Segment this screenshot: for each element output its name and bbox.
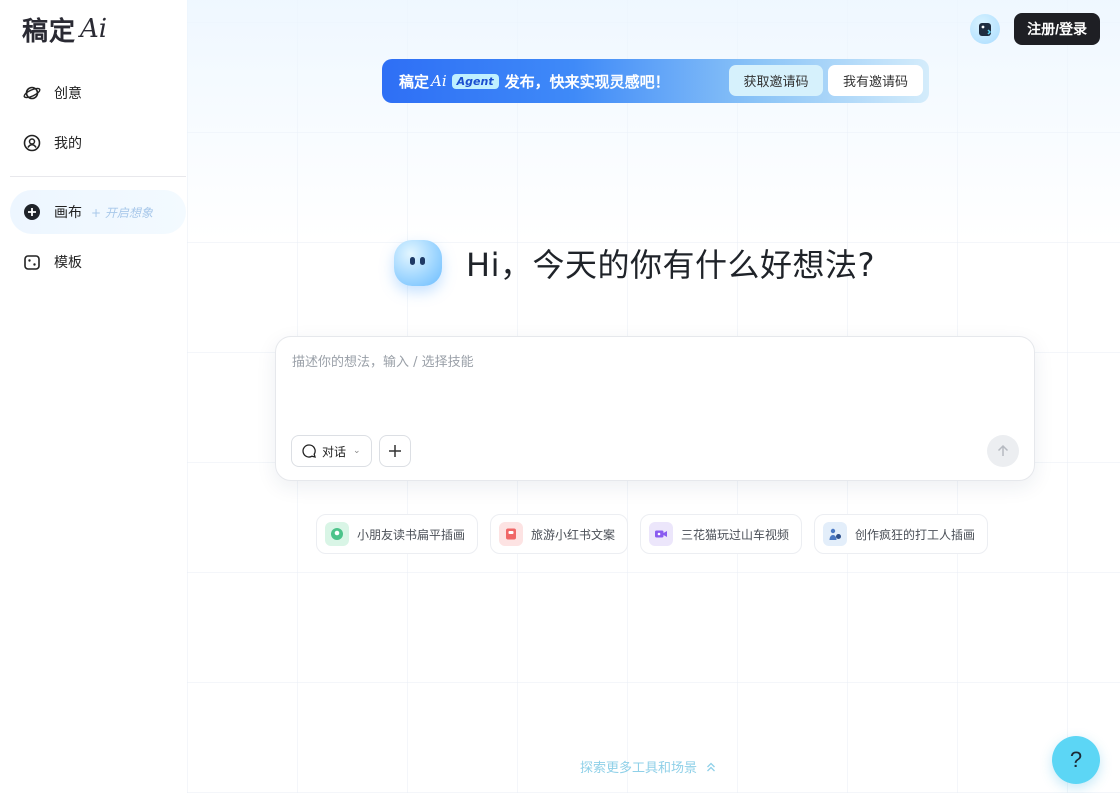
- suggestion-chip[interactable]: 创作疯狂的打工人插画: [814, 514, 989, 554]
- main-area: 注册/登录 稿定 Ai Agent 发布，快来实现灵感吧！ 获取邀请码 我有邀请…: [187, 0, 1120, 793]
- suggestion-chip[interactable]: 三花猫玩过山车视频: [640, 514, 803, 554]
- sidebar-item-hint: + 开启想象: [91, 205, 153, 220]
- banner-brand-ai: Ai: [431, 72, 447, 90]
- chat-bubble-icon: [302, 444, 316, 458]
- suggestion-label: 小朋友读书扁平插画: [357, 527, 466, 542]
- prompt-input[interactable]: [292, 351, 1012, 421]
- logo[interactable]: 稿定 Ai: [22, 12, 108, 47]
- gift-card-icon: [979, 23, 992, 36]
- sidebar-item-templates[interactable]: 模板: [10, 240, 186, 284]
- suggestion-label: 三花猫玩过山车视频: [681, 527, 790, 542]
- suggestion-chip[interactable]: 小朋友读书扁平插画: [316, 514, 479, 554]
- sidebar-item-label: 模板: [54, 255, 82, 271]
- planet-icon: [23, 84, 41, 102]
- mode-select-label: 对话: [322, 444, 347, 459]
- logo-text: 稿定: [22, 16, 77, 47]
- greeting: Hi，今天的你有什么好想法?: [394, 240, 875, 286]
- arrow-up-icon: [997, 444, 1009, 456]
- help-button[interactable]: ?: [1052, 736, 1100, 784]
- send-button[interactable]: [987, 435, 1019, 467]
- double-chevron-up-icon: [707, 762, 715, 771]
- plus-icon: [389, 445, 401, 457]
- have-invite-code-button[interactable]: 我有邀请码: [828, 65, 923, 96]
- header-actions: 注册/登录: [970, 13, 1100, 45]
- red-note-icon: [499, 522, 523, 546]
- template-card-icon: [23, 253, 41, 271]
- prompt-composer: 对话 ⌄: [275, 336, 1035, 481]
- sidebar-divider: [10, 176, 186, 177]
- user-circle-icon: [23, 134, 41, 152]
- avatar[interactable]: [970, 14, 1001, 44]
- suggestion-chip[interactable]: 旅游小红书文案: [490, 514, 629, 554]
- banner-brand: 稿定: [399, 72, 430, 91]
- agent-tag: Agent: [451, 73, 499, 89]
- logo-ai-mark: Ai: [80, 14, 108, 44]
- mode-select[interactable]: 对话 ⌄: [291, 435, 372, 467]
- chevron-down-icon: ⌄: [353, 446, 361, 456]
- announcement-banner[interactable]: 稿定 Ai Agent 发布，快来实现灵感吧！ 获取邀请码 我有邀请码: [382, 59, 929, 103]
- sidebar-item-mine[interactable]: 我的: [10, 121, 186, 165]
- worker-icon: [823, 522, 847, 546]
- mascot-icon: [394, 240, 442, 286]
- explore-label: 探索更多工具和场景: [580, 761, 698, 776]
- banner-text: 发布，快来实现灵感吧！: [504, 72, 670, 91]
- video-camera-icon: [649, 522, 673, 546]
- sidebar: 稿定 Ai 创意 我的 画布 + 开启想象 模板: [0, 0, 187, 793]
- sidebar-item-label: 画布: [54, 205, 82, 221]
- sidebar-item-label: 我的: [54, 136, 82, 152]
- book-reading-icon: [325, 522, 349, 546]
- get-invite-code-button[interactable]: 获取邀请码: [729, 65, 823, 96]
- sidebar-item-creative[interactable]: 创意: [10, 71, 186, 115]
- plus-circle-icon: [23, 203, 41, 221]
- sidebar-item-canvas[interactable]: 画布 + 开启想象: [10, 190, 186, 234]
- login-register-button[interactable]: 注册/登录: [1014, 13, 1100, 45]
- greeting-text: Hi，今天的你有什么好想法?: [466, 246, 875, 284]
- suggestion-label: 旅游小红书文案: [531, 527, 616, 542]
- explore-more-link[interactable]: 探索更多工具和场景: [580, 757, 717, 776]
- sidebar-item-label: 创意: [54, 86, 82, 102]
- add-attachment-button[interactable]: [379, 435, 411, 467]
- suggestion-label: 创作疯狂的打工人插画: [855, 527, 976, 542]
